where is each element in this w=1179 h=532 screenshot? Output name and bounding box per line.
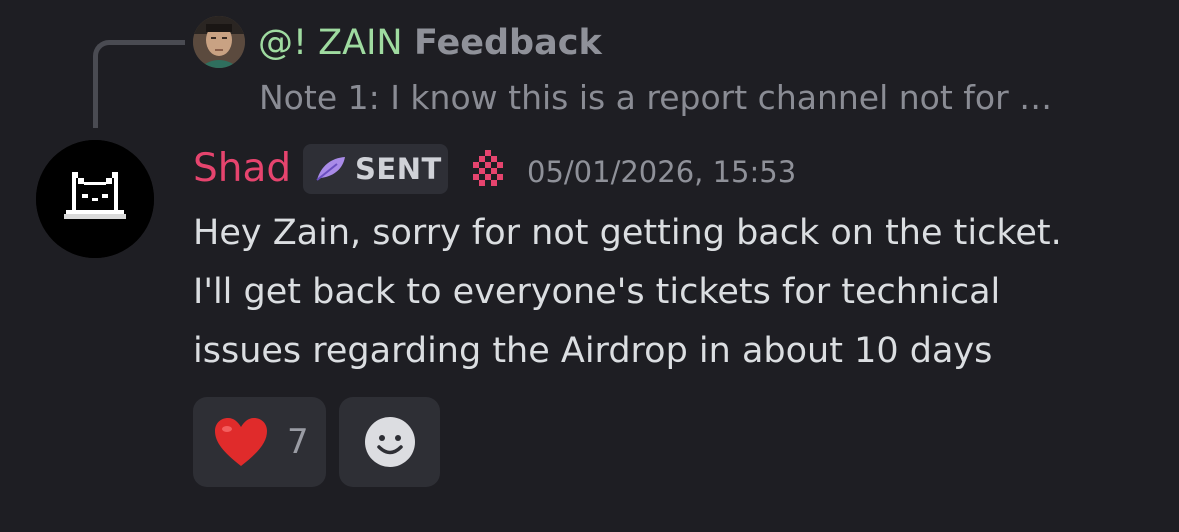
server-tag[interactable]: SENT [303, 144, 448, 194]
chat-message: @! ZAIN Feedback Note 1: I know this is … [0, 0, 1179, 532]
pixel-badge-icon[interactable] [467, 148, 509, 190]
smiley-icon [364, 417, 415, 467]
message-content: Hey Zain, sorry for not getting back on … [193, 204, 1163, 381]
message-line: I'll get back to everyone's tickets for … [193, 272, 1001, 312]
author-name[interactable]: Shad [193, 143, 291, 195]
add-reaction-button[interactable] [339, 397, 440, 487]
reply-message-snippet[interactable]: Note 1: I know this is a report channel … [259, 74, 1052, 122]
user-avatar-photo-icon [193, 16, 245, 68]
feather-icon [316, 157, 345, 181]
reaction-heart[interactable]: 7 [193, 397, 326, 487]
message-timestamp: 05/01/2026, 15:53 [527, 155, 797, 189]
author-avatar[interactable] [36, 140, 154, 258]
heart-icon [215, 418, 267, 466]
reply-avatar[interactable] [193, 16, 245, 68]
reply-connector [93, 40, 185, 128]
reaction-count: 7 [287, 422, 309, 462]
message-line: issues regarding the Airdrop in about 10… [193, 331, 993, 371]
message-line: Hey Zain, sorry for not getting back on … [193, 213, 1062, 253]
server-tag-label: SENT [355, 152, 442, 186]
reply-feedback-label: Feedback [414, 23, 602, 63]
pixel-cat-avatar-icon [36, 140, 154, 258]
reply-author-name[interactable]: @! ZAIN [258, 19, 403, 67]
